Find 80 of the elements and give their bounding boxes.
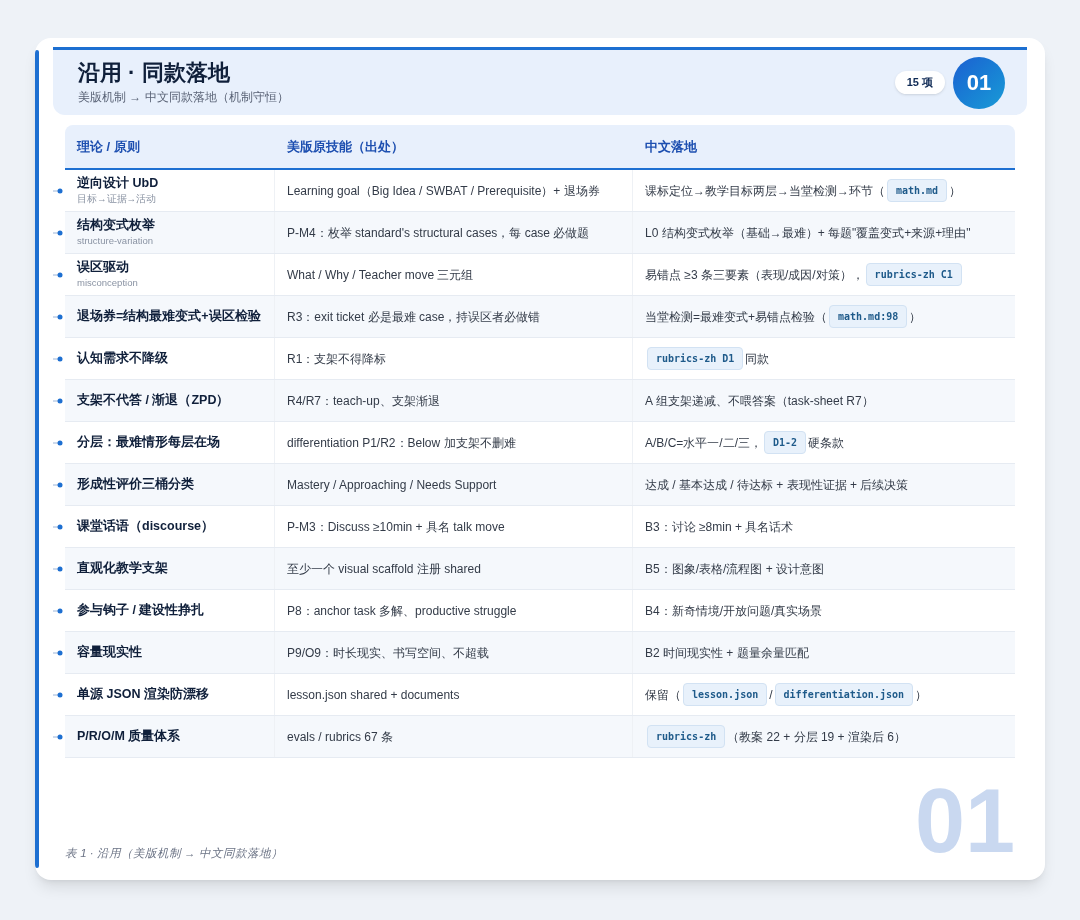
principle-name: 分层：最难情形每层在场 [77, 434, 221, 451]
principle-name: 支架不代答 / 渐退（ZPD） [77, 392, 231, 409]
bullet-icon [53, 440, 63, 446]
principle-name: 直观化教学支架 [77, 560, 169, 577]
source-text: evals / rubrics 67 条 [287, 728, 394, 746]
bullet-icon [53, 524, 63, 530]
code-chip: D1-2 [764, 431, 807, 454]
bullet-icon [53, 356, 63, 362]
page-subtitle: 美版机制 → 中文同款落地（机制守恒） [78, 89, 289, 107]
principle-name: 结构变式枚举 [77, 217, 156, 234]
cell-text: A 组支架递减、不喂答案（task-sheet R7） [645, 392, 874, 410]
cell-text: ） [909, 308, 922, 326]
bullet-icon [53, 230, 63, 236]
code-chip: math.md [887, 179, 948, 202]
principle-name: 形成性评价三桶分类 [77, 476, 195, 493]
code-chip: rubrics-zh C1 [865, 263, 962, 286]
cell-text: B5：图象/表格/流程图 + 设计意图 [645, 560, 825, 578]
bullet-icon [53, 482, 63, 488]
cell-text: / [769, 686, 773, 704]
source-text: P-M4：枚举 standard's structural cases，每 case 必做题 [287, 224, 590, 242]
bullet-icon [53, 650, 63, 656]
principle-name: 认知需求不降级 [77, 350, 169, 367]
bullet-icon [53, 734, 63, 740]
cell-text: 易错点 ≥3 条三要素（表现/成因/对策）， [645, 266, 864, 284]
cell-text: B2 时间现实性 + 题量余量匹配 [645, 644, 809, 662]
column-header: 中文落地 [644, 137, 698, 156]
source-text: R4/R7：teach-up、支架渐退 [287, 392, 440, 410]
bullet-icon [53, 272, 63, 278]
bullet-icon [53, 314, 63, 320]
code-chip: math.md:98 [829, 305, 908, 328]
principle-name: 课堂话语（discourse） [77, 518, 216, 535]
principle-name: 退场券=结构最难变式+误区检验 [77, 308, 262, 325]
source-text: Mastery / Approaching / Needs Support [287, 476, 497, 494]
bullet-icon [53, 188, 63, 194]
cell-text: 课标定位→教学目标两层→当堂检测→环节（ [645, 182, 885, 200]
cell-text: 当堂检测=最难变式+易错点检验（ [645, 308, 827, 326]
source-text: R1：支架不得降标 [287, 350, 387, 368]
cell-text: 保留（ [645, 686, 681, 704]
code-chip: rubrics-zh [647, 725, 726, 748]
cell-text: 硬条款 [808, 434, 845, 452]
source-text: differentiation P1/R2：Below 加支架不删难 [287, 434, 516, 452]
source-text: P8：anchor task 多解、productive struggle [287, 602, 517, 620]
bullet-icon [53, 608, 63, 614]
principle-name: 容量现实性 [77, 644, 143, 661]
principle-note: structure-variation [77, 235, 155, 248]
cell-text: ） [915, 686, 927, 704]
source-text: P-M3：Discuss ≥10min + 具名 talk move [287, 518, 505, 536]
column-header: 理论 / 原则 [75, 137, 141, 156]
principle-name: 误区驱动 [77, 259, 130, 276]
bullet-icon [53, 566, 63, 572]
source-text: R3：exit ticket 必是最难 case，持误区者必做错 [287, 308, 541, 326]
source-text: What / Why / Teacher move 三元组 [287, 266, 474, 284]
principle-name: 单源 JSON 渲染防漂移 [77, 686, 210, 703]
source-text: lesson.json shared + documents [287, 686, 460, 704]
principle-name: 逆向设计 UbD [77, 175, 160, 192]
code-chip: differentiation.json [774, 683, 913, 706]
count-badge: 15 项 [894, 71, 945, 94]
source-text: Learning goal（Big Idea / SWBAT / Prerequisite）+ 退场券 [287, 182, 600, 200]
table-caption: 表 1 · 沿用（美版机制 → 中文同款落地） [65, 845, 283, 861]
code-chip: lesson.json [683, 683, 768, 706]
cell-text: ） [949, 182, 962, 200]
code-chip: rubrics-zh D1 [647, 347, 744, 370]
source-text: 至少一个 visual scaffold 注册 shared [287, 560, 481, 578]
cell-text: B4：新奇情境/开放问题/真实场景 [645, 602, 823, 620]
column-header: 美版原技能（出处） [286, 137, 405, 156]
cell-text: A/B/C=水平一/二/三， [645, 434, 763, 452]
cell-text: 达成 / 基本达成 / 待达标 + 表现性证据 + 后续决策 [645, 476, 909, 494]
cell-text: L0 结构变式枚举（基础→最难）+ 每题"覆盖变式+来源+理由" [645, 224, 971, 242]
source-text: P9/O9：时长现实、书写空间、不超载 [287, 644, 490, 662]
principle-note: misconception [77, 277, 139, 290]
page-title: 沿用 · 同款落地 [78, 58, 231, 87]
principle-note: 目标→证据→活动 [77, 193, 157, 206]
bullet-icon [53, 692, 63, 698]
cell-text: B3：讨论 ≥8min + 具名话术 [645, 518, 794, 536]
cell-text: （教案 22 + 分层 19 + 渲染后 6） [727, 728, 906, 746]
bullet-icon [53, 398, 63, 404]
principle-name: P/R/O/M 质量体系 [77, 728, 182, 745]
number-badge: 01 [953, 56, 1005, 109]
cell-text: 同款 [745, 350, 770, 368]
principle-name: 参与钩子 / 建设性挣扎 [77, 602, 206, 619]
